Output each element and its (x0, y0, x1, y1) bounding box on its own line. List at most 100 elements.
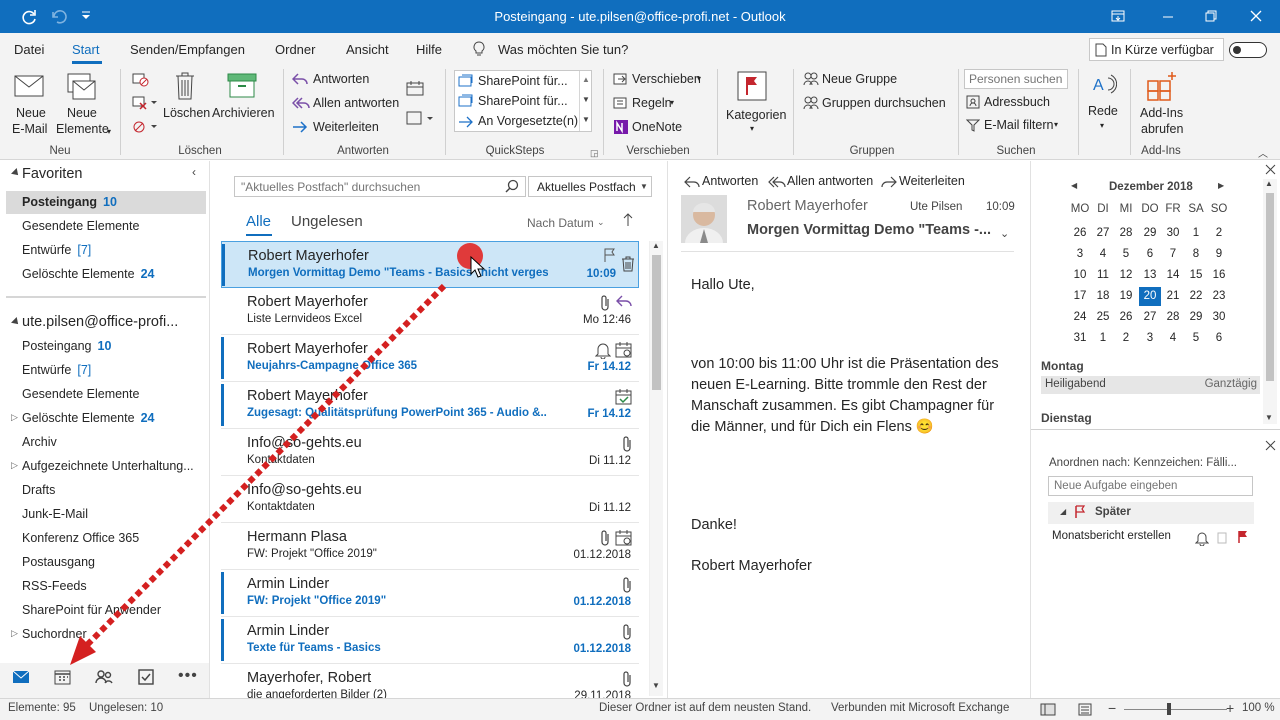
mailbox-search-input[interactable] (234, 176, 526, 197)
coming-soon-toggle-box[interactable]: In Kürze verfügbar (1089, 38, 1224, 61)
calendar-day[interactable]: 29 (1139, 224, 1161, 243)
mail-module-icon[interactable] (12, 670, 30, 684)
tab-all[interactable]: Alle (246, 213, 271, 230)
quickstep-item-3[interactable]: An Vorgesetzte(n) (458, 113, 578, 131)
close-icon[interactable] (1248, 8, 1266, 26)
calendar-day[interactable]: 7 (1162, 245, 1184, 264)
fav-geloeschte-elemente[interactable]: Gelöschte Elemente 24 (22, 267, 154, 281)
new-task-input[interactable] (1048, 476, 1253, 496)
cleanup-icon[interactable] (132, 95, 158, 111)
calendar-day[interactable]: 28 (1162, 308, 1184, 327)
calendar-day[interactable]: 16 (1208, 266, 1230, 285)
meeting-reply-icon[interactable] (406, 79, 424, 97)
calendar-day[interactable]: 29 (1185, 308, 1207, 327)
folder-drafts[interactable]: Drafts (22, 483, 55, 497)
search-scope-dropdown[interactable]: Aktuelles Postfach ▼ (528, 176, 652, 197)
agenda-event[interactable]: Heiligabend Ganztägig (1041, 376, 1260, 394)
sender-avatar[interactable] (681, 195, 727, 243)
message-row[interactable]: Robert Mayerhofer Neujahrs-Campagne Offi… (221, 335, 639, 382)
archive-button[interactable]: Archivieren (211, 69, 275, 129)
calendar-day[interactable]: 17 (1069, 287, 1091, 306)
expand-icon[interactable]: ▷ (11, 460, 18, 471)
people-search-input[interactable] (964, 69, 1068, 89)
task-group-header[interactable]: ◢ Später (1048, 502, 1254, 524)
quickstep-item-2[interactable]: SharePoint für... (458, 93, 576, 111)
folder-archiv[interactable]: Archiv (22, 435, 57, 449)
reading-view-icon[interactable] (1077, 703, 1093, 716)
calendar-day[interactable]: 31 (1069, 329, 1091, 348)
message-row[interactable]: Info@so-gehts.eu Kontaktdaten Di 11.12 (221, 429, 639, 476)
calendar-day[interactable]: 30 (1208, 308, 1230, 327)
calendar-day[interactable]: 11 (1092, 266, 1114, 285)
folder-gesendete-elemente[interactable]: Gesendete Elemente (22, 387, 139, 401)
message-row[interactable]: Robert Mayerhofer Liste Lernvideos Excel… (221, 288, 639, 335)
task-flag-icon[interactable] (1237, 530, 1249, 544)
people-module-icon[interactable] (95, 669, 113, 685)
quicksteps-scroll[interactable]: ▲ ▼ ▼ (579, 71, 592, 131)
close-calendar-icon[interactable] (1265, 164, 1276, 175)
message-row[interactable]: Armin Linder Texte für Teams - Basics 01… (221, 617, 639, 664)
folder-aufgezeichnete-unterhaltungen[interactable]: Aufgezeichnete Unterhaltung... (22, 459, 194, 473)
message-row[interactable]: Info@so-gehts.eu Kontaktdaten Di 11.12 (221, 476, 639, 523)
restore-icon[interactable] (1203, 8, 1221, 26)
calendar-day[interactable]: 5 (1185, 329, 1207, 348)
tasks-arrange-by[interactable]: Anordnen nach: Kennzeichen: Fälli... (1049, 457, 1237, 469)
new-items-button[interactable]: Neue Elemente ▾ (55, 69, 117, 141)
calendar-day[interactable]: 3 (1069, 245, 1091, 264)
search-icon[interactable] (505, 179, 519, 193)
reading-to[interactable]: Ute Pilsen (910, 201, 962, 213)
browse-groups-button[interactable]: Gruppen durchsuchen (803, 95, 946, 113)
menu-hilfe[interactable]: Hilfe (416, 42, 442, 57)
tasks-module-icon[interactable] (138, 668, 154, 685)
calendar-day[interactable]: 23 (1208, 287, 1230, 306)
calendar-day[interactable]: 26 (1115, 308, 1137, 327)
reminder-bell-icon[interactable] (1195, 530, 1209, 546)
expand-icon[interactable]: ▷ (11, 628, 18, 639)
calendar-module-icon[interactable] (54, 669, 71, 685)
calendar-day[interactable]: 6 (1208, 329, 1230, 348)
reply-button[interactable]: Antworten (292, 71, 382, 89)
junk-icon[interactable] (132, 119, 158, 135)
reply-all-button[interactable]: Allen antworten (292, 95, 402, 113)
forward-button[interactable]: Weiterleiten (292, 119, 382, 137)
flag-outline-icon[interactable] (602, 247, 616, 263)
new-group-button[interactable]: Neue Gruppe (803, 71, 903, 89)
calendar-scrollbar[interactable]: ▲ ▼ (1263, 179, 1277, 424)
message-row[interactable]: Robert Mayerhofer Zugesagt: Qualitätsprü… (221, 382, 639, 429)
new-email-button[interactable]: Neue E-Mail (6, 69, 52, 141)
fav-posteingang[interactable]: Posteingang 10 (22, 195, 117, 209)
calendar-day[interactable]: 2 (1208, 224, 1230, 243)
fav-entwuerfe[interactable]: Entwürfe [7] (22, 243, 91, 257)
calendar-day[interactable]: 4 (1092, 245, 1114, 264)
calendar-day[interactable]: 8 (1185, 245, 1207, 264)
collapse-ribbon-icon[interactable]: ︿ (1258, 145, 1268, 160)
minimize-icon[interactable] (1160, 8, 1178, 26)
normal-view-icon[interactable] (1040, 703, 1056, 716)
close-tasks-icon[interactable] (1265, 440, 1276, 451)
folder-entwuerfe[interactable]: Entwürfe [7] (22, 363, 91, 377)
address-book-button[interactable]: Adressbuch (966, 94, 1056, 112)
filter-email-button[interactable]: E-Mail filtern ▾ (966, 117, 1066, 135)
zoom-in-button[interactable]: + (1226, 700, 1234, 716)
calendar-day[interactable]: 27 (1139, 308, 1161, 327)
menu-senden-empfangen[interactable]: Senden/Empfangen (130, 42, 245, 57)
message-row[interactable]: Hermann Plasa FW: Projekt "Office 2019" … (221, 523, 639, 570)
expand-header-icon[interactable]: ⌄ (1000, 227, 1009, 240)
folder-posteingang[interactable]: Posteingang 10 (22, 339, 111, 353)
coming-soon-switch[interactable] (1229, 42, 1267, 58)
sort-dropdown[interactable]: Nach Datum (527, 216, 594, 230)
calendar-day[interactable]: 9 (1208, 245, 1230, 264)
calendar-day[interactable]: 30 (1162, 224, 1184, 243)
menu-start[interactable]: Start (72, 42, 99, 57)
calendar-day[interactable]: 12 (1115, 266, 1137, 285)
calendar-day[interactable]: 13 (1139, 266, 1161, 285)
get-addins-button[interactable]: Add-Ins abrufen (1136, 69, 1188, 139)
calendar-day[interactable]: 18 (1092, 287, 1114, 306)
folder-suchordner[interactable]: Suchordner (22, 627, 87, 641)
delete-message-icon[interactable] (621, 256, 635, 272)
message-row[interactable]: Robert Mayerhofer Morgen Vormittag Demo … (221, 241, 639, 288)
reading-reply-all-button[interactable]: Allen antworten (768, 174, 878, 190)
calendar-day-today[interactable]: 20 (1139, 287, 1161, 306)
zoom-slider[interactable] (1124, 709, 1227, 710)
onenote-button[interactable]: OneNote (613, 119, 693, 137)
